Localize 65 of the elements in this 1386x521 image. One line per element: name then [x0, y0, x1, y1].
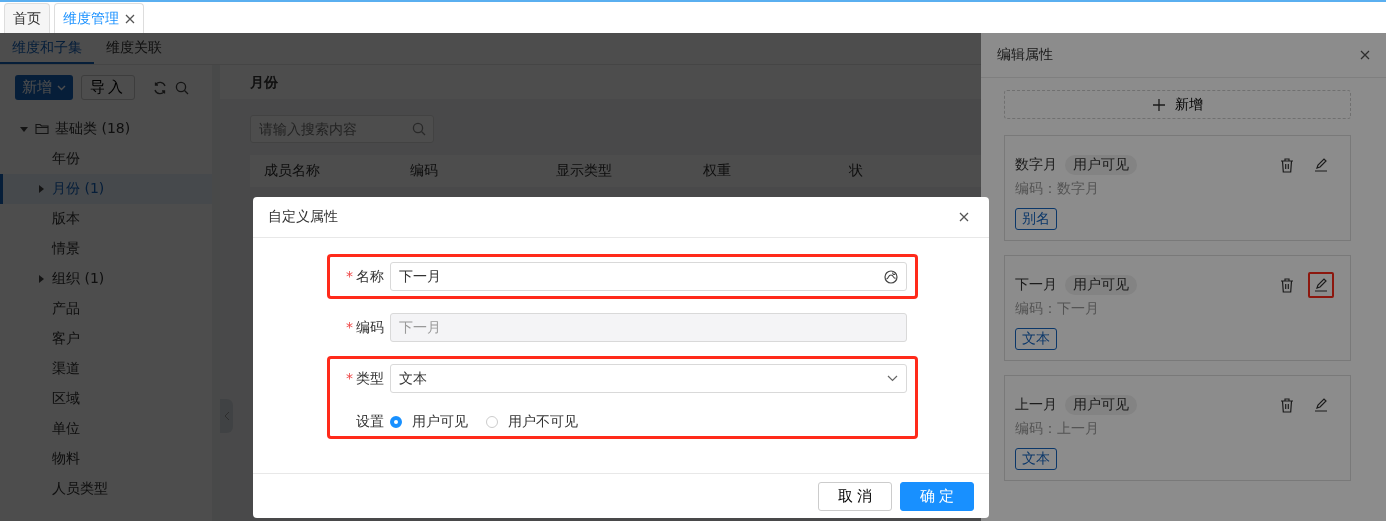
- type-tag: 文本: [1015, 328, 1057, 350]
- sub-tab[interactable]: 维度关联: [94, 33, 174, 64]
- tree-item[interactable]: 月份 (1): [0, 174, 212, 204]
- required-mark: *: [346, 267, 353, 284]
- visibility-tag: 用户可见: [1065, 155, 1137, 175]
- tree-item[interactable]: 客户: [0, 324, 212, 354]
- trash-icon[interactable]: [1280, 397, 1294, 413]
- column-header: 显示类型: [555, 162, 614, 180]
- globe-icon[interactable]: [884, 269, 898, 284]
- folder-icon: [35, 123, 49, 135]
- type-tag: 别名: [1015, 208, 1057, 230]
- tree-item[interactable]: 物料: [0, 444, 212, 474]
- field-label: 设置: [356, 413, 384, 429]
- close-icon[interactable]: [1360, 50, 1370, 60]
- field-label: 编码: [356, 318, 384, 335]
- dialog-title: 自定义属性: [268, 208, 338, 226]
- import-button[interactable]: 导入: [81, 75, 135, 100]
- close-icon[interactable]: [959, 212, 969, 222]
- attribute-name: 上一月: [1015, 396, 1057, 414]
- pencil-icon: [1314, 158, 1328, 172]
- pencil-icon: [1314, 278, 1328, 292]
- trash-icon[interactable]: [1280, 277, 1294, 293]
- confirm-button[interactable]: 确 定: [900, 481, 974, 511]
- page-tab[interactable]: 首页: [4, 3, 50, 33]
- tree-item[interactable]: 单位: [0, 414, 212, 444]
- trash-icon[interactable]: [1280, 157, 1294, 173]
- close-icon[interactable]: [125, 13, 135, 24]
- attribute-name: 下一月: [1015, 276, 1057, 294]
- tree-item[interactable]: 版本: [0, 204, 212, 234]
- edit-button[interactable]: [1308, 272, 1334, 298]
- visibility-tag: 用户可见: [1065, 395, 1137, 415]
- required-mark: *: [346, 318, 353, 335]
- type-tag: 文本: [1015, 448, 1057, 470]
- page-tab[interactable]: 维度管理: [54, 3, 144, 33]
- required-mark: *: [346, 369, 353, 386]
- tree-item[interactable]: 区域: [0, 384, 212, 414]
- add-button[interactable]: 新增: [1004, 90, 1351, 119]
- sub-tab[interactable]: 维度和子集: [0, 33, 94, 64]
- section-title: 月份: [220, 65, 981, 99]
- field-label: 类型: [356, 369, 384, 386]
- radio-option[interactable]: 用户可见: [390, 413, 468, 431]
- input-field[interactable]: 下一月: [390, 262, 907, 291]
- plus-icon: [1152, 98, 1165, 111]
- drawer-title: 编辑属性: [997, 46, 1053, 64]
- cancel-button[interactable]: 取 消: [818, 481, 892, 511]
- select-field[interactable]: 文本: [390, 364, 907, 393]
- pencil-icon: [1314, 398, 1328, 412]
- visibility-tag: 用户可见: [1065, 275, 1137, 295]
- collapse-handle[interactable]: [220, 399, 233, 433]
- chevron-down-icon: [887, 375, 898, 382]
- column-header: 编码: [409, 162, 440, 180]
- tree-item[interactable]: 年份: [0, 144, 212, 174]
- tree-item[interactable]: 组织 (1): [0, 264, 212, 294]
- tree-item[interactable]: 基础类 (18): [0, 114, 212, 144]
- tree-item[interactable]: 人员类型: [0, 474, 212, 504]
- tree-item[interactable]: 情景: [0, 234, 212, 264]
- new-button[interactable]: 新增: [15, 75, 73, 100]
- attribute-name: 数字月: [1015, 156, 1057, 174]
- tree-item[interactable]: 产品: [0, 294, 212, 324]
- column-header: 成员名称: [263, 162, 321, 180]
- column-header: 权重: [701, 162, 732, 180]
- field-label: 名称: [356, 267, 384, 284]
- column-header: 状: [847, 162, 864, 180]
- radio-option[interactable]: 用户不可见: [486, 413, 578, 431]
- tree-item[interactable]: 渠道: [0, 354, 212, 384]
